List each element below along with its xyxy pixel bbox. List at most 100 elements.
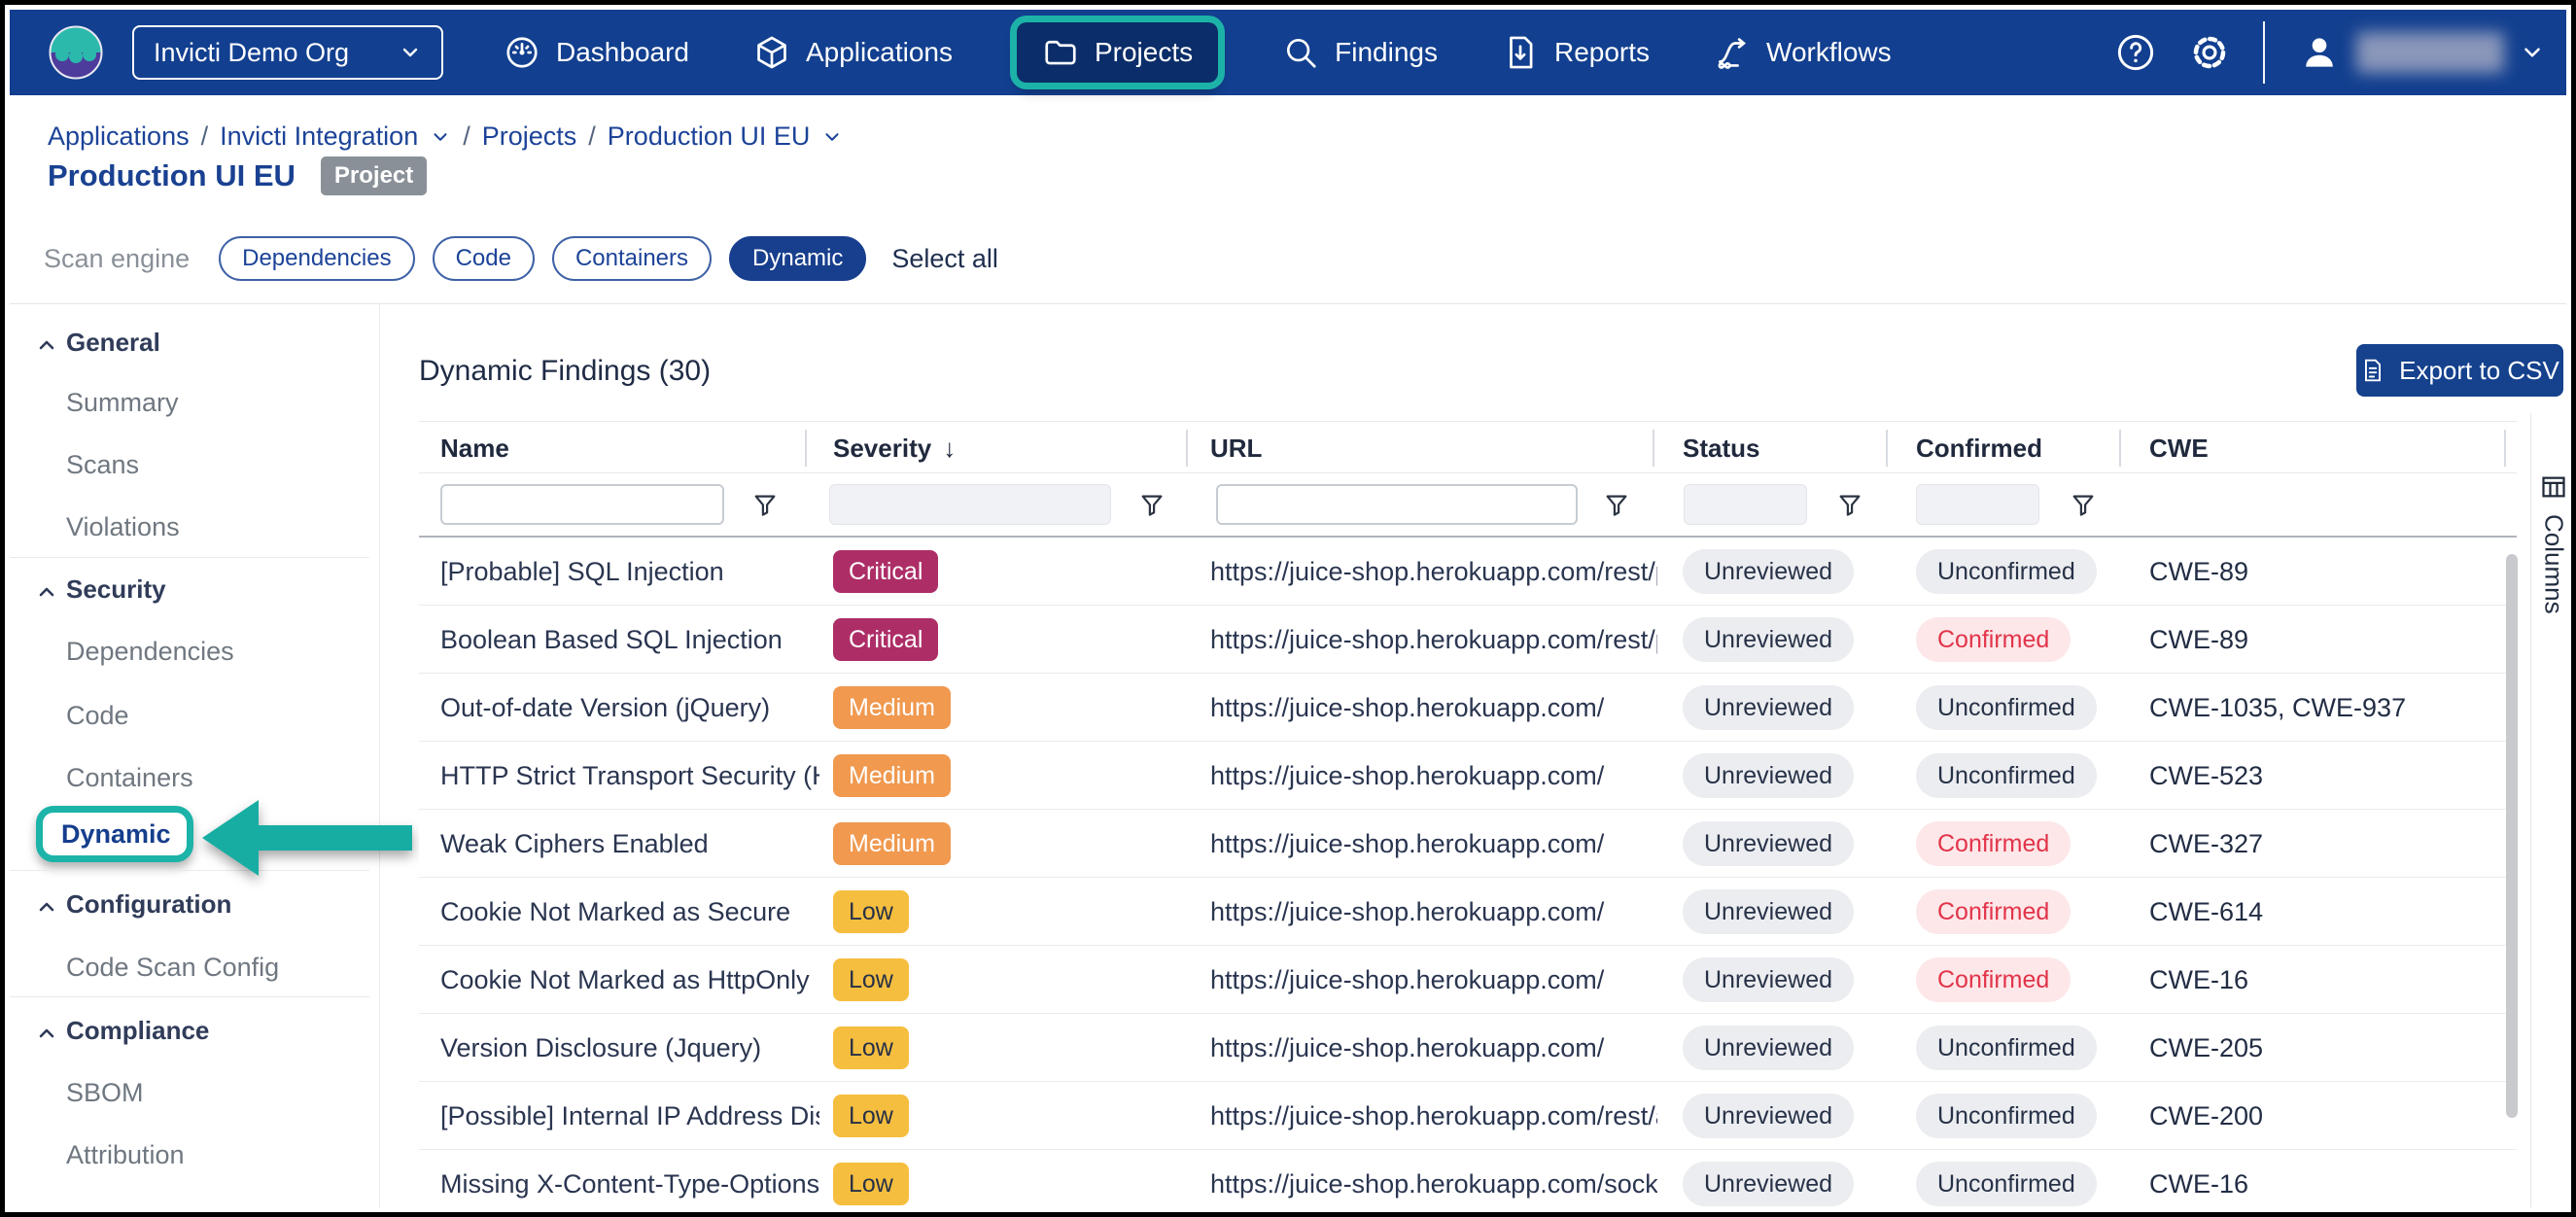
severity-badge: Medium [833, 822, 951, 865]
finding-name: Out-of-date Version (jQuery) [440, 693, 819, 723]
finding-url: https://juice-shop.herokuapp.com/rest/pr… [1210, 625, 1657, 655]
column-divider [1653, 430, 1654, 467]
table-row[interactable]: [Possible] Internal IP Address Disclo Lo… [419, 1082, 2517, 1150]
finding-url: https://juice-shop.herokuapp.com/ [1210, 965, 1657, 995]
vertical-scrollbar-thumb[interactable] [2506, 554, 2518, 1118]
nav-item-projects[interactable]: Projects [1017, 22, 1218, 83]
table-row[interactable]: Boolean Based SQL Injection Critical htt… [419, 606, 2517, 674]
sidebar-item-dynamic-label: Dynamic [61, 819, 171, 850]
nav-item-findings[interactable]: Findings [1282, 34, 1438, 71]
sidebar-section-general[interactable]: General [66, 328, 160, 358]
help-button[interactable] [2115, 32, 2156, 73]
select-all-link[interactable]: Select all [891, 244, 998, 274]
cwe-value: CWE-327 [2149, 829, 2263, 859]
sidebar-item-attribution[interactable]: Attribution [66, 1140, 185, 1170]
chevron-up-icon[interactable] [35, 580, 58, 604]
column-header-confirmed[interactable]: Confirmed [1916, 434, 2042, 464]
finding-url: https://juice-shop.herokuapp.com/rest/pr… [1210, 557, 1657, 587]
sidebar-section-configuration[interactable]: Configuration [66, 889, 231, 920]
status-badge: Unreviewed [1683, 617, 1854, 662]
sidebar-item-code[interactable]: Code [66, 701, 129, 731]
column-header-severity[interactable]: Severity ↓ [833, 434, 956, 464]
funnel-icon[interactable] [1138, 491, 1166, 520]
cwe-value: CWE-205 [2149, 1033, 2263, 1063]
name-filter-input[interactable] [440, 484, 724, 525]
severity-badge: Critical [833, 550, 938, 593]
chevron-up-icon[interactable] [35, 1022, 58, 1045]
sidebar-item-code-scan-config[interactable]: Code Scan Config [66, 953, 279, 983]
org-selector[interactable]: Invicti Demo Org [132, 25, 443, 80]
user-avatar-icon [2298, 31, 2341, 74]
funnel-icon[interactable] [1603, 491, 1630, 520]
confirmed-badge: Unconfirmed [1916, 1094, 2097, 1138]
table-row[interactable]: [Probable] SQL Injection Critical https:… [419, 538, 2517, 606]
export-to-csv-label: Export to CSV [2399, 356, 2559, 386]
column-header-url[interactable]: URL [1210, 434, 1262, 464]
sidebar-section-compliance[interactable]: Compliance [66, 1016, 209, 1046]
column-divider [1186, 430, 1188, 467]
funnel-icon[interactable] [2070, 491, 2097, 520]
columns-panel-tab[interactable]: Columns [2532, 473, 2575, 614]
user-menu[interactable] [2298, 31, 2545, 74]
severity-badge: Low [833, 890, 909, 933]
sidebar-item-sbom[interactable]: SBOM [66, 1078, 144, 1108]
table-row[interactable]: Missing X-Content-Type-Options He Low ht… [419, 1150, 2517, 1217]
page-title: Production UI EU [48, 158, 296, 193]
sidebar-section-security[interactable]: Security [66, 574, 166, 605]
export-to-csv-button[interactable]: Export to CSV [2356, 344, 2563, 397]
chevron-down-icon [399, 41, 422, 64]
breadcrumb-invicti-integration[interactable]: Invicti Integration [220, 122, 418, 152]
cwe-value: CWE-523 [2149, 761, 2263, 791]
breadcrumb-projects[interactable]: Projects [482, 122, 577, 152]
help-icon [2115, 32, 2156, 73]
chip-containers[interactable]: Containers [552, 236, 712, 281]
funnel-icon[interactable] [751, 491, 779, 520]
nav-item-applications[interactable]: Applications [753, 34, 953, 71]
column-header-name[interactable]: Name [440, 434, 509, 464]
chip-code[interactable]: Code [433, 236, 535, 281]
column-divider [1886, 430, 1888, 467]
sidebar-item-scans[interactable]: Scans [66, 450, 139, 480]
settings-button[interactable] [2189, 32, 2230, 73]
search-icon [1282, 34, 1319, 71]
status-badge: Unreviewed [1683, 685, 1854, 730]
finding-name: Version Disclosure (Jquery) [440, 1033, 819, 1063]
table-row[interactable]: Weak Ciphers Enabled Medium https://juic… [419, 810, 2517, 878]
status-filter-select[interactable] [1684, 484, 1807, 525]
chip-dynamic[interactable]: Dynamic [729, 236, 866, 281]
chevron-down-icon[interactable] [430, 126, 451, 148]
chevron-up-icon[interactable] [35, 333, 58, 357]
chevron-up-icon[interactable] [35, 895, 58, 919]
nav-item-reports[interactable]: Reports [1502, 34, 1650, 71]
table-row[interactable]: Version Disclosure (Jquery) Low https://… [419, 1014, 2517, 1082]
sidebar-item-dynamic-active[interactable]: Dynamic [36, 806, 193, 862]
nav-item-workflows[interactable]: Workflows [1714, 34, 1892, 71]
sidebar-item-summary[interactable]: Summary [66, 388, 179, 418]
chip-dependencies[interactable]: Dependencies [219, 236, 414, 281]
confirmed-badge: Confirmed [1916, 821, 2071, 866]
table-row[interactable]: HTTP Strict Transport Security (HSTS Med… [419, 742, 2517, 810]
finding-url: https://juice-shop.herokuapp.com/ [1210, 761, 1657, 791]
table-row[interactable]: Cookie Not Marked as Secure Low https://… [419, 878, 2517, 946]
confirmed-filter-select[interactable] [1916, 484, 2039, 525]
funnel-icon[interactable] [1836, 491, 1863, 520]
column-header-cwe[interactable]: CWE [2149, 434, 2209, 464]
confirmed-badge: Unconfirmed [1916, 1162, 2097, 1206]
url-filter-input[interactable] [1216, 484, 1578, 525]
column-header-status[interactable]: Status [1683, 434, 1759, 464]
severity-filter-select[interactable] [829, 484, 1111, 525]
nav-item-dashboard[interactable]: Dashboard [504, 34, 689, 71]
severity-badge: Medium [833, 754, 951, 797]
title-row: Production UI EU Project [48, 156, 427, 195]
sidebar-item-violations[interactable]: Violations [66, 512, 180, 542]
primary-nav: Dashboard Applications Projects Findings [504, 22, 1892, 83]
breadcrumb-applications[interactable]: Applications [48, 122, 190, 152]
table-row[interactable]: Cookie Not Marked as HttpOnly Low https:… [419, 946, 2517, 1014]
table-row[interactable]: Out-of-date Version (jQuery) Medium http… [419, 674, 2517, 742]
sidebar-item-containers[interactable]: Containers [66, 763, 193, 793]
sidebar-item-dependencies[interactable]: Dependencies [66, 637, 234, 667]
breadcrumb-production-ui-eu[interactable]: Production UI EU [608, 122, 811, 152]
org-selector-label: Invicti Demo Org [154, 38, 349, 68]
chevron-down-icon[interactable] [821, 126, 843, 148]
finding-url: https://juice-shop.herokuapp.com/ [1210, 693, 1657, 723]
